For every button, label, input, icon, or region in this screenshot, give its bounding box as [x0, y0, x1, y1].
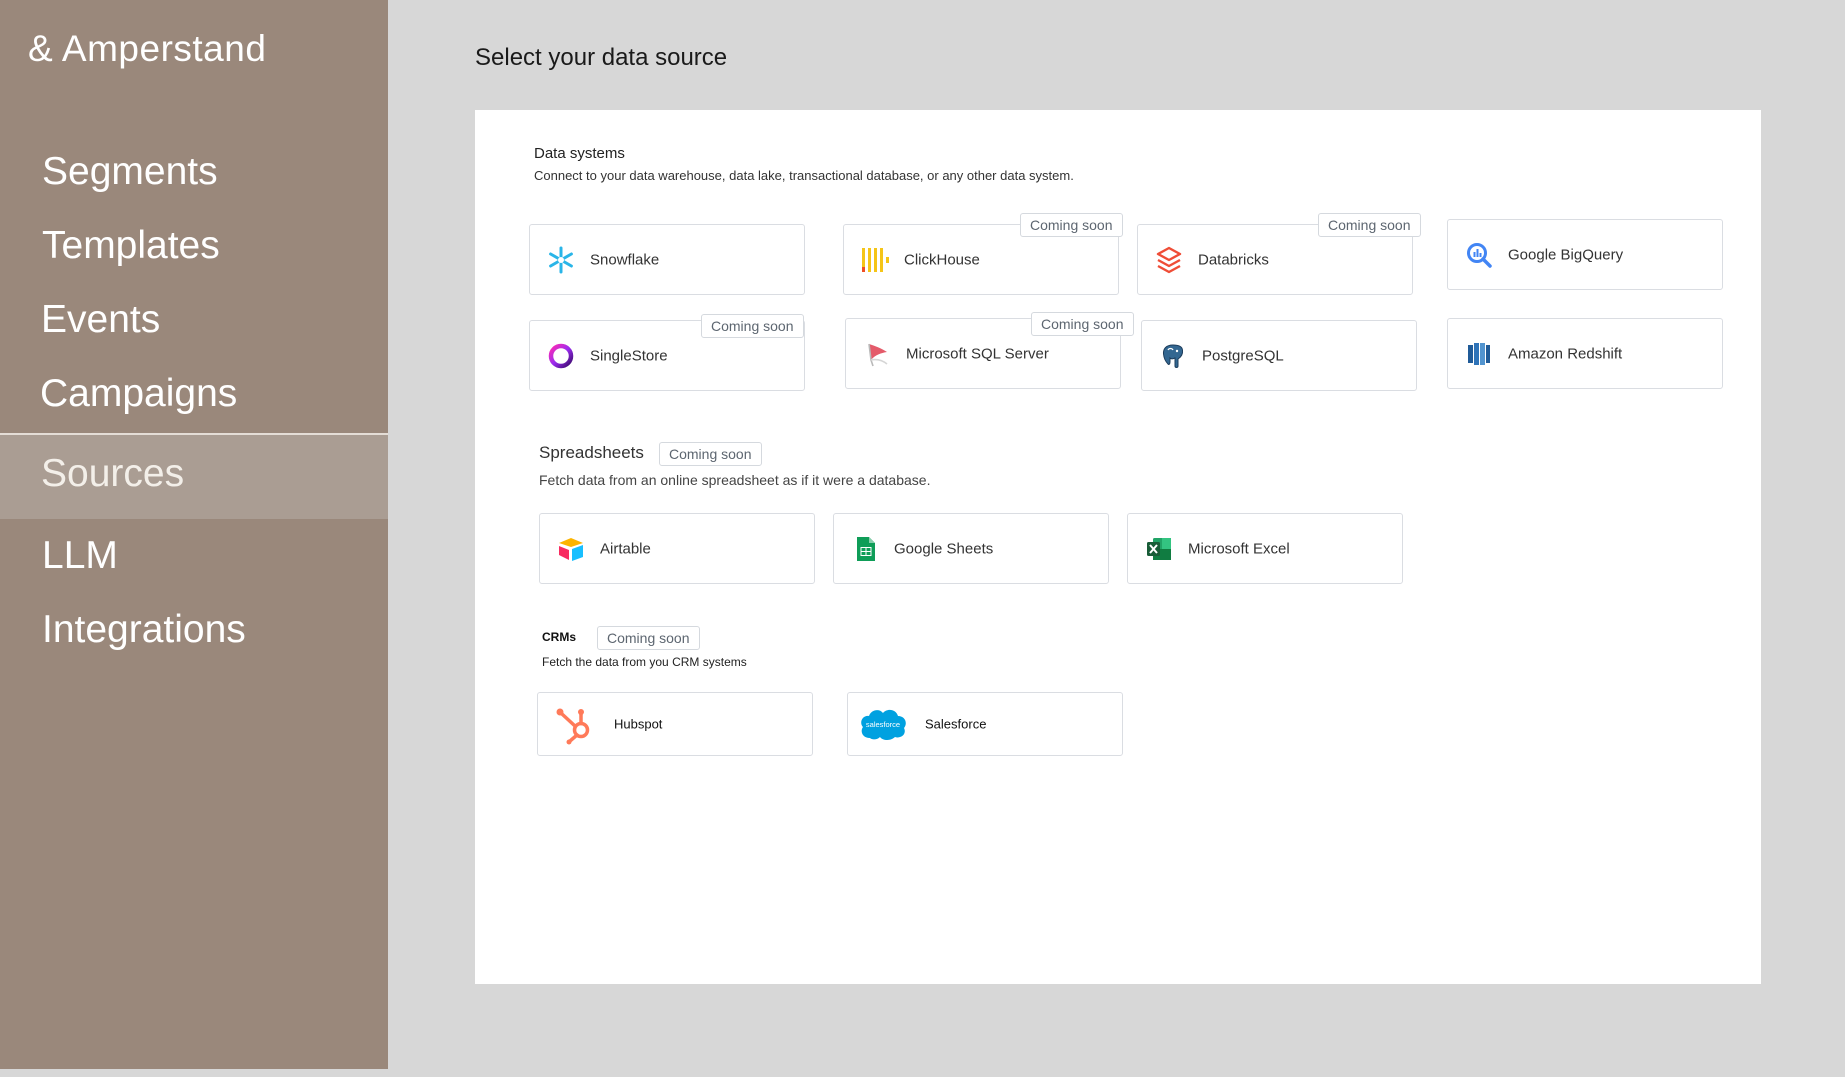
nav-item-segments[interactable]: Segments [0, 150, 388, 200]
nav-item-label: LLM [42, 534, 118, 577]
source-label: Snowflake [590, 251, 660, 268]
source-card-google-sheets[interactable]: Google Sheets [833, 513, 1109, 584]
source-label: Hubspot [614, 716, 663, 732]
spreadsheets-title: Spreadsheets [539, 443, 644, 462]
source-card-airtable[interactable]: Airtable [539, 513, 815, 584]
nav-item-label: Templates [42, 224, 220, 267]
coming-soon-badge: Coming soon [659, 442, 762, 466]
sidebar: & Amperstand Segments Templates Events C… [0, 0, 388, 1069]
coming-soon-badge: Coming soon [701, 314, 804, 338]
salesforce-icon: salesforce [858, 704, 908, 744]
source-label: Google Sheets [894, 540, 994, 557]
nav-item-events[interactable]: Events [0, 298, 388, 348]
salesforce-logo-text: salesforce [866, 720, 900, 729]
hubspot-icon [552, 701, 598, 747]
source-label: Salesforce [925, 716, 987, 732]
brand-logo[interactable]: & Amperstand [28, 28, 266, 70]
nav-item-campaigns[interactable]: Campaigns [0, 372, 388, 422]
redshift-icon [1464, 339, 1494, 369]
nav-item-sources[interactable]: Sources [0, 433, 388, 519]
crms-title: CRMs [542, 630, 577, 644]
coming-soon-badge: Coming soon [1318, 213, 1421, 237]
source-card-postgresql[interactable]: PostgreSQL [1141, 320, 1417, 391]
source-panel: Data systems Connect to your data wareho… [475, 110, 1761, 984]
source-label: Amazon Redshift [1508, 345, 1623, 362]
bigquery-icon [1464, 240, 1494, 270]
coming-soon-badge: Coming soon [597, 626, 700, 650]
spreadsheets-description: Fetch data from an online spreadsheet as… [539, 472, 931, 488]
source-label: Databricks [1198, 251, 1269, 268]
nav-item-label: Events [41, 298, 161, 341]
source-label: Microsoft Excel [1188, 540, 1290, 557]
excel-icon [1144, 534, 1174, 564]
source-card-snowflake[interactable]: Snowflake [529, 224, 805, 295]
source-card-redshift[interactable]: Amazon Redshift [1447, 318, 1723, 389]
nav-item-llm[interactable]: LLM [0, 534, 388, 584]
source-label: Airtable [600, 540, 651, 557]
airtable-icon [556, 534, 586, 564]
nav-item-templates[interactable]: Templates [0, 224, 388, 274]
source-card-excel[interactable]: Microsoft Excel [1127, 513, 1403, 584]
coming-soon-badge: Coming soon [1020, 213, 1123, 237]
crms-description: Fetch the data from you CRM systems [542, 655, 747, 669]
source-card-salesforce[interactable]: salesforce Salesforce [847, 692, 1123, 756]
coming-soon-badge: Coming soon [1031, 312, 1134, 336]
source-label: Google BigQuery [1508, 246, 1624, 263]
nav-item-label: Sources [41, 452, 185, 495]
source-label: Microsoft SQL Server [906, 345, 1049, 362]
nav-item-label: Segments [42, 150, 218, 193]
google-sheets-icon [850, 534, 880, 564]
clickhouse-icon [860, 245, 890, 275]
singlestore-icon [546, 341, 576, 371]
page-title: Select your data source [475, 44, 728, 71]
source-label: SingleStore [590, 347, 668, 364]
source-label: ClickHouse [904, 251, 980, 268]
nav-item-label: Integrations [42, 608, 246, 651]
databricks-icon [1154, 245, 1184, 275]
snowflake-icon [546, 245, 576, 275]
sql-server-icon [862, 339, 892, 369]
nav-item-label: Campaigns [40, 372, 238, 415]
source-card-hubspot[interactable]: Hubspot [537, 692, 813, 756]
postgresql-icon [1158, 341, 1188, 371]
source-label: PostgreSQL [1202, 347, 1284, 364]
source-card-bigquery[interactable]: Google BigQuery [1447, 219, 1723, 290]
nav-item-integrations[interactable]: Integrations [0, 608, 388, 658]
data-systems-description: Connect to your data warehouse, data lak… [534, 168, 1074, 183]
data-systems-title: Data systems [534, 145, 625, 162]
